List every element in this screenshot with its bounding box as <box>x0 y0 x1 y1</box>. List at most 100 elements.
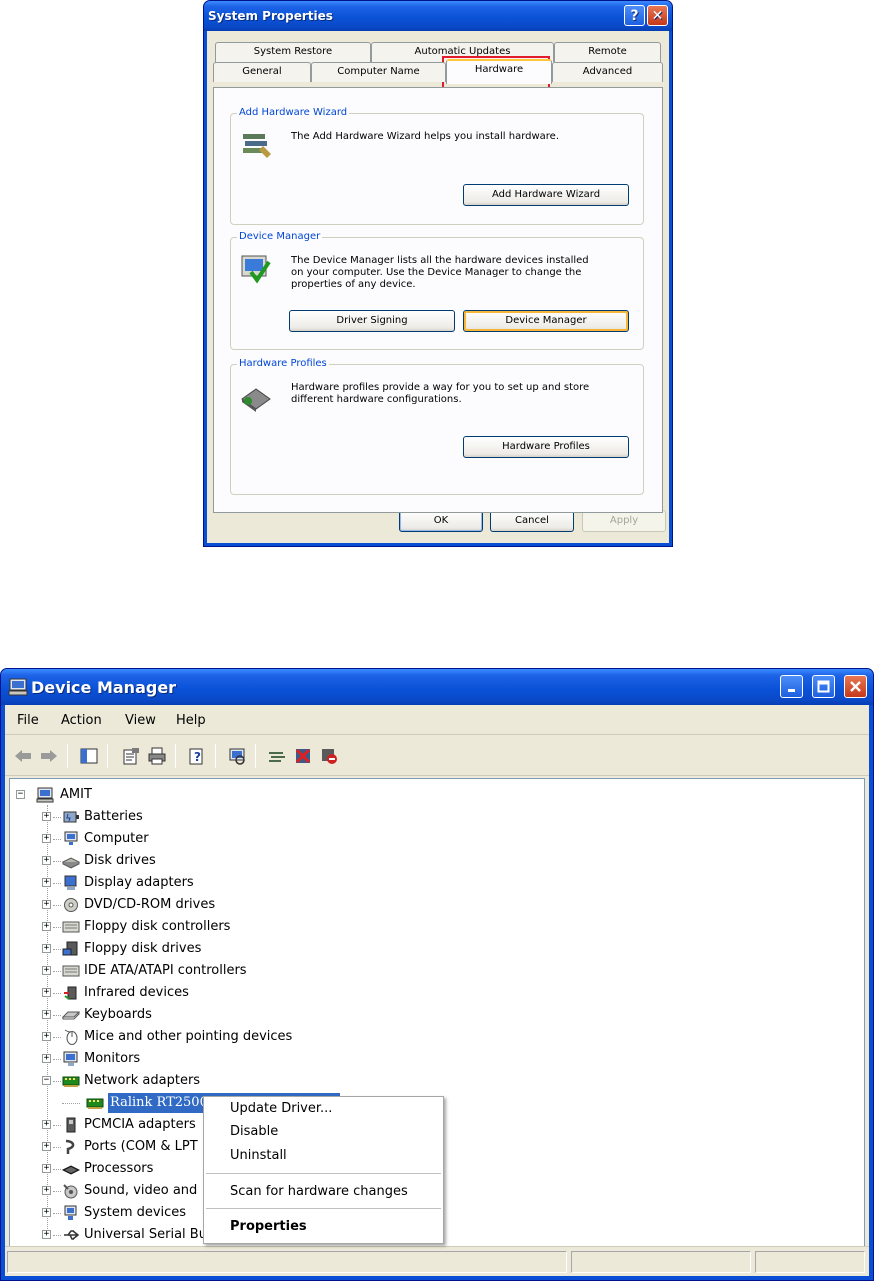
properties-menu-item[interactable]: Properties <box>230 1219 307 1234</box>
device-manager-description-line1: The Device Manager lists all the hardwar… <box>291 255 589 266</box>
expand-icon[interactable]: + <box>42 988 51 997</box>
tree-category-label: Monitors <box>84 1051 141 1066</box>
sound-icon <box>63 1184 78 1199</box>
menu-view[interactable]: View <box>125 713 156 728</box>
tree-connector <box>53 839 61 840</box>
network-adapter-icon <box>62 1076 80 1087</box>
uninstall-toolbar-button[interactable] <box>293 746 313 766</box>
printer-icon <box>148 747 166 765</box>
expand-icon[interactable]: + <box>42 856 51 865</box>
show-hide-tree-button[interactable] <box>79 746 99 766</box>
add-hardware-group: Add Hardware Wizard The Add Hardware Wiz… <box>230 107 644 225</box>
expand-icon[interactable]: + <box>42 900 51 909</box>
infrared-icon <box>64 986 77 1000</box>
properties-icon <box>123 748 139 765</box>
hardware-profiles-description-line2: different hardware configurations. <box>291 394 462 405</box>
menu-bar: File Action View Help <box>5 705 869 735</box>
tree-connector <box>53 1191 61 1192</box>
add-hardware-wizard-button[interactable]: Add Hardware Wizard <box>463 184 629 206</box>
expand-icon[interactable]: + <box>42 944 51 953</box>
tree-connector <box>53 971 61 972</box>
window-title: Device Manager <box>31 678 177 697</box>
collapse-icon[interactable]: − <box>42 1076 51 1085</box>
expand-icon[interactable]: + <box>42 922 51 931</box>
console-tree-icon <box>80 748 98 764</box>
system-properties-body: System Restore Automatic Updates Remote … <box>207 31 669 543</box>
menu-separator <box>206 1208 441 1209</box>
update-driver-button[interactable] <box>267 746 287 766</box>
expand-icon[interactable]: + <box>42 834 51 843</box>
collapse-icon[interactable]: − <box>16 790 25 799</box>
status-bar <box>5 1246 869 1276</box>
tree-category-label: Network adapters <box>84 1073 201 1088</box>
disable-device-icon <box>322 749 337 764</box>
print-button[interactable] <box>147 746 167 766</box>
forward-button[interactable] <box>39 746 59 766</box>
tree-category-label: Floppy disk controllers <box>84 919 231 934</box>
monitor-icon <box>63 1051 78 1066</box>
mouse-icon <box>64 1029 78 1045</box>
tab-remote[interactable]: Remote <box>554 42 661 62</box>
tree-category-label: Computer <box>84 831 149 846</box>
uninstall-menu-item[interactable]: Uninstall <box>230 1148 287 1163</box>
expand-icon[interactable]: + <box>42 1186 51 1195</box>
disable-toolbar-button[interactable] <box>319 746 339 766</box>
menu-file[interactable]: File <box>17 713 39 728</box>
tab-advanced[interactable]: Advanced <box>552 62 663 82</box>
tab-system-restore[interactable]: System Restore <box>215 42 371 62</box>
help-toolbar-button[interactable]: ? <box>187 746 207 766</box>
tree-connector <box>53 1169 61 1170</box>
scan-hardware-button[interactable] <box>227 746 247 766</box>
back-arrow-icon <box>15 750 31 762</box>
expand-icon[interactable]: + <box>42 1142 51 1151</box>
tree-category-label: DVD/CD-ROM drives <box>84 897 216 912</box>
tree-connector <box>53 1059 61 1060</box>
disable-menu-item[interactable]: Disable <box>230 1124 278 1139</box>
device-manager-description-line2: on your computer. Use the Device Manager… <box>291 267 582 278</box>
tree-category-label: IDE ATA/ATAPI controllers <box>84 963 247 978</box>
status-pane-3 <box>755 1251 865 1273</box>
tree-category-label: Batteries <box>84 809 143 824</box>
tab-general[interactable]: General <box>213 62 311 82</box>
help-button[interactable]: ? <box>624 5 645 26</box>
expand-icon[interactable]: + <box>42 878 51 887</box>
update-driver-menu-item[interactable]: Update Driver... <box>230 1101 332 1116</box>
menu-help[interactable]: Help <box>176 713 206 728</box>
expand-icon[interactable]: + <box>42 1032 51 1041</box>
cancel-button[interactable]: Cancel <box>490 510 574 532</box>
toolbar-separator <box>107 744 108 768</box>
port-icon <box>65 1139 75 1154</box>
tree-category-label: Keyboards <box>84 1007 152 1022</box>
expand-icon[interactable]: + <box>42 1120 51 1129</box>
back-button[interactable] <box>13 746 33 766</box>
hardware-profiles-button[interactable]: Hardware Profiles <box>463 436 629 458</box>
uninstall-icon <box>295 748 311 764</box>
maximize-button[interactable] <box>812 675 835 698</box>
hardware-tab-panel: Add Hardware Wizard The Add Hardware Wiz… <box>213 87 663 513</box>
expand-icon[interactable]: + <box>42 1054 51 1063</box>
system-properties-title-bar[interactable]: System Properties ? ✕ <box>204 1 672 31</box>
driver-signing-button[interactable]: Driver Signing <box>289 310 455 332</box>
expand-icon[interactable]: + <box>42 1208 51 1217</box>
apply-button[interactable]: Apply <box>582 510 666 532</box>
minimize-button[interactable] <box>780 675 803 698</box>
close-button[interactable] <box>844 675 867 698</box>
battery-icon <box>63 811 79 823</box>
close-button[interactable]: ✕ <box>647 5 668 26</box>
expand-icon[interactable]: + <box>42 1230 51 1239</box>
tab-computer-name[interactable]: Computer Name <box>311 62 446 82</box>
device-manager-button[interactable]: Device Manager <box>463 310 629 332</box>
tree-connector <box>53 905 61 906</box>
ok-button[interactable]: OK <box>399 510 483 532</box>
device-manager-title-bar[interactable]: Device Manager <box>1 669 873 705</box>
processor-icon <box>62 1165 80 1175</box>
status-pane-main <box>7 1251 567 1273</box>
expand-icon[interactable]: + <box>42 1010 51 1019</box>
scan-hardware-menu-item[interactable]: Scan for hardware changes <box>230 1184 408 1199</box>
tab-hardware[interactable]: Hardware <box>446 59 552 84</box>
expand-icon[interactable]: + <box>42 812 51 821</box>
properties-toolbar-button[interactable] <box>121 746 141 766</box>
expand-icon[interactable]: + <box>42 966 51 975</box>
menu-action[interactable]: Action <box>61 713 102 728</box>
expand-icon[interactable]: + <box>42 1164 51 1173</box>
